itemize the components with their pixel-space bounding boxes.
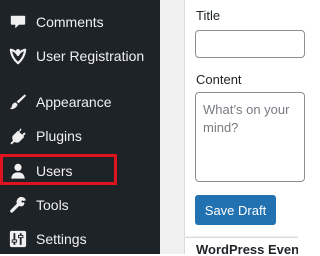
sidebar-item-comments[interactable]: Comments: [0, 5, 160, 39]
content-label: Content: [196, 72, 242, 87]
title-input[interactable]: [195, 30, 305, 58]
sidebar-item-users[interactable]: Users: [0, 154, 160, 188]
next-widget-title: WordPress Events and News: [196, 242, 298, 254]
sidebar-item-label: User Registration: [36, 48, 145, 64]
save-draft-button[interactable]: Save Draft: [195, 195, 276, 225]
sidebar-item-label: Users: [36, 163, 73, 179]
sidebar-item-label: Settings: [36, 231, 87, 247]
sidebar-item-appearance[interactable]: Appearance: [0, 85, 160, 119]
quick-draft-panel: Title Content Save Draft: [184, 0, 305, 236]
menu-separator: [0, 75, 160, 85]
user-registration-icon: [9, 47, 27, 65]
plug-icon: [9, 127, 27, 145]
main-content: Title Content Save Draft WordPress Event…: [160, 0, 305, 254]
paintbrush-icon: [9, 93, 27, 111]
sliders-icon: [9, 230, 27, 248]
user-icon: [9, 162, 27, 180]
sidebar-item-label: Comments: [36, 14, 104, 30]
sidebar-item-label: Tools: [36, 197, 69, 213]
wrench-icon: [9, 196, 27, 214]
sidebar-item-plugins[interactable]: Plugins: [0, 119, 160, 153]
admin-sidebar: Comments User Registration Appearance Pl…: [0, 0, 160, 254]
next-widget-header: WordPress Events and News: [184, 237, 298, 254]
comment-icon: [9, 13, 27, 31]
sidebar-item-user-registration[interactable]: User Registration: [0, 39, 160, 73]
title-label: Title: [196, 8, 221, 23]
sidebar-item-label: Plugins: [36, 128, 82, 144]
sidebar-item-tools[interactable]: Tools: [0, 188, 160, 222]
sidebar-item-label: Appearance: [36, 94, 112, 110]
sidebar-item-settings[interactable]: Settings: [0, 222, 160, 256]
content-textarea[interactable]: [195, 92, 305, 182]
